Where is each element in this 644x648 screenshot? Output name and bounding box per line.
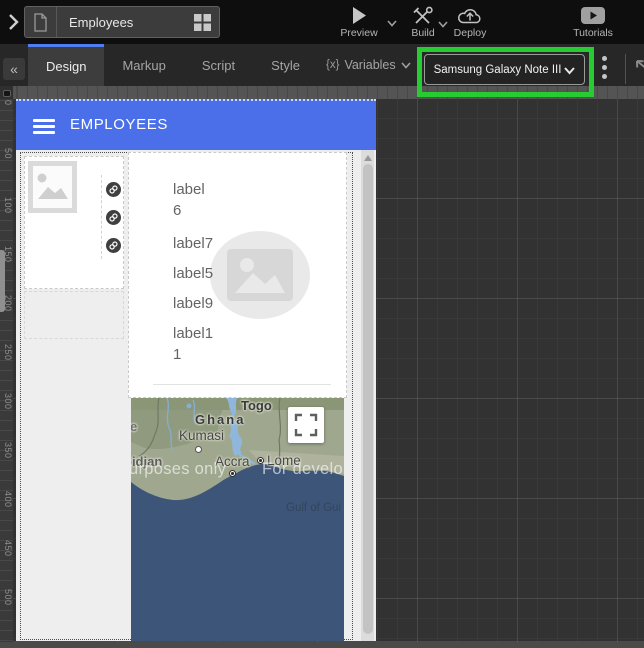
preview-play-icon	[352, 6, 367, 25]
collapse-left-panel-button[interactable]: «	[3, 58, 25, 80]
list-item-component[interactable]: n D C	[24, 156, 124, 289]
pointer-tool-icon[interactable]	[633, 57, 644, 73]
build-tools-icon	[412, 6, 434, 25]
panel-drag-handle[interactable]	[0, 250, 5, 312]
map-label-togo: Togo	[241, 398, 272, 413]
ruler-number: 0	[1, 100, 13, 106]
app-header-component[interactable]: EMPLOYEES	[16, 99, 376, 150]
binding-rows: n D C	[101, 175, 124, 259]
scroll-up-icon[interactable]	[364, 155, 372, 161]
editor-tabs: Design Markup Script Style	[28, 44, 318, 86]
map-watermark-right: For develop	[262, 460, 344, 479]
horizontal-scrollbar-track[interactable]	[0, 642, 644, 648]
image-placeholder-icon[interactable]	[28, 161, 77, 213]
map-label-gulf: Gulf of Gui	[286, 502, 341, 514]
expand-panel-icon[interactable]	[8, 13, 20, 31]
preview-button[interactable]: Preview	[332, 6, 386, 39]
ruler-corner	[0, 86, 13, 99]
vertical-ruler: 0 50 100 150 200 250 300 350 400 450 500	[0, 99, 13, 642]
ruler-number: 350	[1, 442, 13, 459]
tab-markup[interactable]: Markup	[104, 44, 183, 86]
page-scrollbar[interactable]	[361, 150, 374, 641]
highlight-box	[417, 47, 594, 97]
app-window: Employees Preview Build Deploy Tutorials…	[0, 0, 644, 648]
ruler-number: 300	[1, 393, 13, 410]
tutorials-button[interactable]: Tutorials	[568, 6, 618, 39]
bound-label-row[interactable]: n	[106, 175, 124, 203]
preview-dropdown-icon[interactable]	[387, 20, 397, 27]
variables-label: Variables	[344, 58, 395, 72]
variables-icon: {x}	[326, 59, 339, 71]
deploy-button[interactable]: Deploy	[447, 6, 493, 39]
tab-style[interactable]: Style	[253, 44, 318, 86]
image-placeholder-icon	[227, 249, 293, 301]
map-component[interactable]: Togo Ghana Kumasi re Accra Lome bidjan u…	[131, 398, 344, 641]
map-marker-accra	[229, 470, 236, 477]
label-component[interactable]: label6	[173, 179, 205, 221]
label-component[interactable]: label5	[173, 263, 213, 284]
bound-label-row[interactable]: C	[106, 231, 124, 259]
tab-script[interactable]: Script	[184, 44, 253, 86]
deploy-cloud-icon	[456, 6, 484, 25]
phone-preview: EMPLOYEES n D	[16, 99, 376, 642]
variables-button[interactable]: {x} Variables	[326, 44, 411, 86]
map-label-ivoire: re	[131, 419, 137, 434]
divider	[56, 7, 57, 37]
ruler-number: 50	[1, 148, 13, 159]
detail-panel-component[interactable]: label6 label7 label5 label9 label11	[128, 152, 347, 398]
label-component[interactable]: label11	[173, 323, 213, 365]
app-header-title: EMPLOYEES	[70, 116, 168, 133]
data-binding-icon	[106, 182, 121, 197]
data-binding-icon	[106, 210, 121, 225]
label-component[interactable]: label7	[173, 233, 213, 254]
scrollbar-thumb[interactable]	[363, 164, 373, 634]
pages-grid-icon[interactable]	[194, 14, 211, 31]
more-options-button[interactable]	[602, 56, 608, 79]
ruler-number: 100	[1, 197, 13, 214]
variables-dropdown-icon	[401, 62, 411, 69]
ruler-corner-icon	[3, 90, 11, 97]
map-watermark-left: urposes only	[131, 460, 226, 479]
label-component[interactable]: label9	[173, 293, 213, 314]
map-marker-kumasi	[195, 446, 202, 453]
menu-icon[interactable]	[33, 119, 55, 134]
fullscreen-icon	[294, 413, 318, 437]
divider	[625, 54, 626, 84]
divider	[153, 384, 331, 385]
page-selector[interactable]: Employees	[24, 6, 220, 38]
top-toolbar: Employees Preview Build Deploy Tutorials	[0, 0, 644, 44]
page-icon	[33, 13, 48, 32]
page-name: Employees	[69, 15, 133, 30]
ruler-number: 450	[1, 540, 13, 557]
page-content: n D C	[16, 150, 376, 641]
ruler-number: 500	[1, 589, 13, 606]
empty-list-row[interactable]	[24, 291, 124, 339]
ruler-number: 250	[1, 344, 13, 361]
ruler-number: 400	[1, 491, 13, 508]
map-label-kumasi: Kumasi	[179, 428, 224, 443]
bound-label-row[interactable]: D	[106, 203, 124, 231]
tutorials-video-icon	[581, 6, 605, 25]
map-fullscreen-button[interactable]	[288, 407, 324, 443]
tab-design[interactable]: Design	[28, 44, 104, 86]
profile-image-placeholder[interactable]	[210, 231, 310, 319]
map-label-ghana: Ghana	[195, 412, 245, 427]
data-binding-icon	[106, 238, 121, 253]
